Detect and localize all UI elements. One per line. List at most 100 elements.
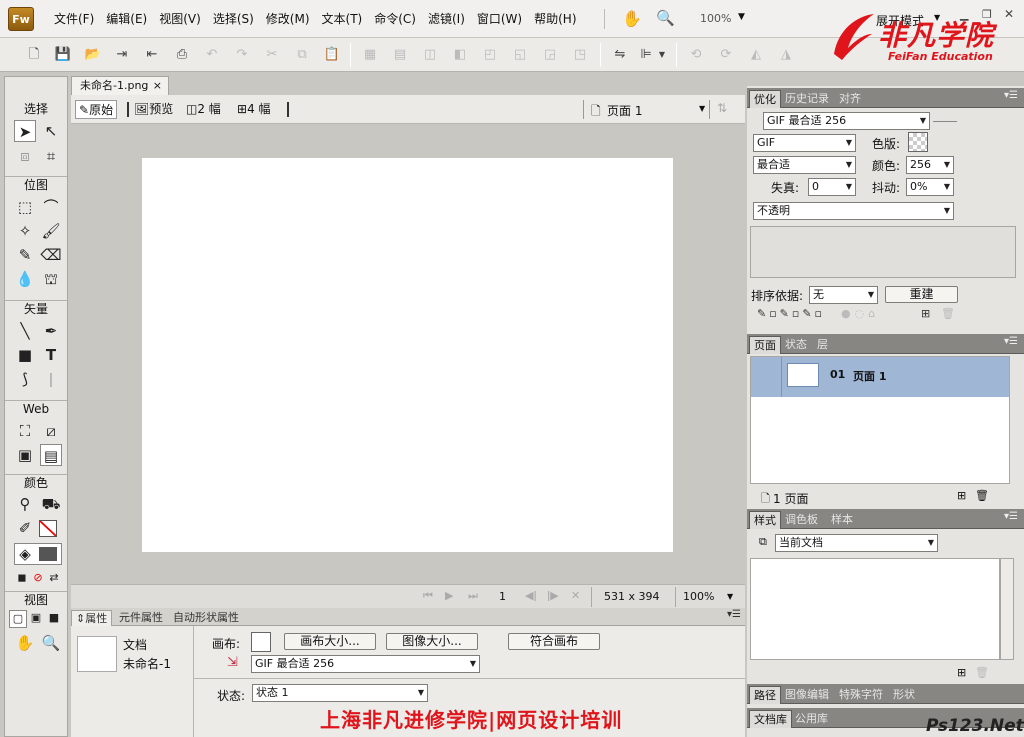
canvas-color-swatch[interactable] xyxy=(251,632,271,652)
zoom-readout[interactable]: 100% xyxy=(683,590,714,603)
dither-input[interactable]: 0% xyxy=(906,178,954,196)
full-screen-icon[interactable]: ■ xyxy=(45,610,63,628)
delete-color-icon[interactable]: 🗑 xyxy=(941,307,955,320)
flip-horizontal-icon[interactable]: ◭ xyxy=(746,45,766,65)
tab-styles[interactable]: 样式 xyxy=(749,511,781,529)
swap-colors-icon[interactable]: ⇄ xyxy=(43,567,65,589)
loss-input[interactable]: 0 xyxy=(808,178,856,196)
play-icon[interactable]: ▶ xyxy=(445,589,453,602)
slice-tool-icon[interactable]: ⧄ xyxy=(40,420,62,442)
menu-text[interactable]: 文本(T) xyxy=(316,0,369,38)
tab-states[interactable]: 状态 xyxy=(781,336,811,354)
tab-shapes[interactable]: 形状 xyxy=(889,686,919,704)
tab-swatches-palette[interactable]: 调色板 xyxy=(781,511,822,529)
crop-tool-icon[interactable]: ⌗ xyxy=(40,145,62,167)
line-tool-icon[interactable]: ╲ xyxy=(14,320,36,342)
tab-history[interactable]: 历史记录 xyxy=(781,90,833,108)
colors-select[interactable]: 256 xyxy=(906,156,954,174)
tab-path[interactable]: 路径 xyxy=(749,686,781,704)
copy-icon[interactable]: ⧉ xyxy=(292,45,312,65)
eraser-tool-icon[interactable]: ⌫ xyxy=(40,244,62,266)
print-icon[interactable]: ⎙ xyxy=(172,45,192,65)
hand-tool-icon[interactable]: ✋ xyxy=(14,632,36,654)
import-icon[interactable]: ⇥ xyxy=(112,45,132,65)
open-icon[interactable]: 📂 xyxy=(83,45,103,65)
text-tool-icon[interactable]: T xyxy=(40,344,62,366)
tab-align[interactable]: 对齐 xyxy=(835,90,865,108)
panel-menu-icon[interactable]: ▾☰ xyxy=(1004,336,1018,347)
stroke-color-icon[interactable]: ✐ xyxy=(14,517,36,539)
menu-help[interactable]: 帮助(H) xyxy=(528,0,582,38)
menu-view[interactable]: 视图(V) xyxy=(153,0,207,38)
menu-file[interactable]: 文件(F) xyxy=(48,0,100,38)
subselect-tool-icon[interactable]: ↖ xyxy=(40,120,62,142)
lasso-tool-icon[interactable]: ⌒ xyxy=(40,196,62,218)
chevron-down-icon[interactable]: ▼ xyxy=(699,104,705,113)
tab-image-edit[interactable]: 图像编辑 xyxy=(781,686,833,704)
menu-commands[interactable]: 命令(C) xyxy=(368,0,422,38)
tab-layers[interactable]: 层 xyxy=(813,336,832,354)
tab-document-library[interactable]: 文档库 xyxy=(749,710,792,728)
next-frame-icon[interactable]: ǀ▶ xyxy=(547,589,559,602)
tab-properties[interactable]: ⇕属性 xyxy=(71,610,113,626)
new-color-icon[interactable]: ⊞ xyxy=(921,307,930,320)
group-icon[interactable]: ▦ xyxy=(360,45,380,65)
color-edit-icon[interactable]: ✎▫✎▫✎▫ xyxy=(757,307,825,320)
tab-optimize[interactable]: 优化 xyxy=(749,90,781,108)
panel-menu-icon[interactable]: ▾☰ xyxy=(1004,90,1018,101)
view-4up-button[interactable]: ⊞4 幅 xyxy=(234,100,274,119)
new-page-icon[interactable]: ⊞ xyxy=(957,489,966,502)
brush-tool-icon[interactable]: 🖌 xyxy=(40,220,62,242)
pencil-tool-icon[interactable]: ✎ xyxy=(14,244,36,266)
page-select[interactable]: 页面 1 xyxy=(607,102,642,119)
menu-filters[interactable]: 滤镜(I) xyxy=(422,0,471,38)
menu-modify[interactable]: 修改(M) xyxy=(260,0,316,38)
paste-icon[interactable]: 📋 xyxy=(322,45,342,65)
pen-tool-icon[interactable]: ✒ xyxy=(40,320,62,342)
menu-edit[interactable]: 编辑(E) xyxy=(100,0,153,38)
delete-style-icon[interactable]: 🗑 xyxy=(975,666,989,679)
stroke-color-swatch[interactable] xyxy=(39,520,57,537)
hide-slices-icon[interactable]: ▣ xyxy=(14,444,36,466)
view-2up-button[interactable]: ◫2 幅 xyxy=(183,100,224,119)
rectangle-tool-icon[interactable]: ■ xyxy=(14,344,36,366)
tab-pages[interactable]: 页面 xyxy=(749,336,781,354)
full-screen-menus-icon[interactable]: ▣ xyxy=(27,610,45,628)
optimize-preset-select[interactable]: GIF 最合适 256 xyxy=(763,112,930,130)
view-original-button[interactable]: ✎原始 xyxy=(75,100,118,119)
paint-bucket-icon[interactable]: ⛟ xyxy=(40,493,62,515)
tab-samples[interactable]: 样本 xyxy=(827,511,857,529)
document-tab[interactable]: 未命名-1.png × xyxy=(71,76,169,95)
tab-symbol-properties[interactable]: 元件属性 xyxy=(115,610,167,626)
format-select[interactable]: GIF xyxy=(753,134,856,152)
page-row[interactable]: 01 页面 1 xyxy=(751,357,1009,397)
last-frame-icon[interactable]: ⏭ xyxy=(468,589,478,603)
zoom-icon[interactable]: 🔍 xyxy=(656,9,675,27)
menu-window[interactable]: 窗口(W) xyxy=(471,0,528,38)
new-icon[interactable]: 🗋 xyxy=(24,45,44,65)
chevron-down-icon[interactable]: ▼ xyxy=(727,592,733,601)
tab-common-library[interactable]: 公用库 xyxy=(791,710,832,728)
flip-vertical-icon[interactable]: ◮ xyxy=(776,45,796,65)
send-backward-icon[interactable]: ◲ xyxy=(540,45,560,65)
transform-icon[interactable]: ⇋ xyxy=(610,45,630,65)
first-frame-icon[interactable]: ⏮ xyxy=(423,589,433,603)
styles-source-select[interactable]: 当前文档 xyxy=(775,534,938,552)
palette-select[interactable]: 最合适 xyxy=(753,156,856,174)
menu-select[interactable]: 选择(S) xyxy=(207,0,260,38)
stop-icon[interactable]: ✕ xyxy=(571,589,580,602)
bring-front-icon[interactable]: ◰ xyxy=(480,45,500,65)
stamp-tool-icon[interactable]: ⛫ xyxy=(40,268,62,290)
hand-icon[interactable]: ✋ xyxy=(622,9,642,28)
show-slices-icon[interactable]: ▤ xyxy=(40,444,62,466)
prev-frame-icon[interactable]: ◀ǀ xyxy=(525,589,537,602)
close-tab-icon[interactable]: × xyxy=(153,77,162,95)
undo-icon[interactable]: ↶ xyxy=(202,45,222,65)
rotate-left-icon[interactable]: ⟲ xyxy=(686,45,706,65)
save-icon[interactable]: 💾 xyxy=(53,45,73,65)
fit-canvas-button[interactable]: 符合画布 xyxy=(508,633,600,650)
transparency-select[interactable]: 不透明 xyxy=(753,202,954,220)
cut-icon[interactable]: ✂ xyxy=(262,45,282,65)
new-style-icon[interactable]: ⊞ xyxy=(957,666,966,679)
redo-icon[interactable]: ↷ xyxy=(232,45,252,65)
